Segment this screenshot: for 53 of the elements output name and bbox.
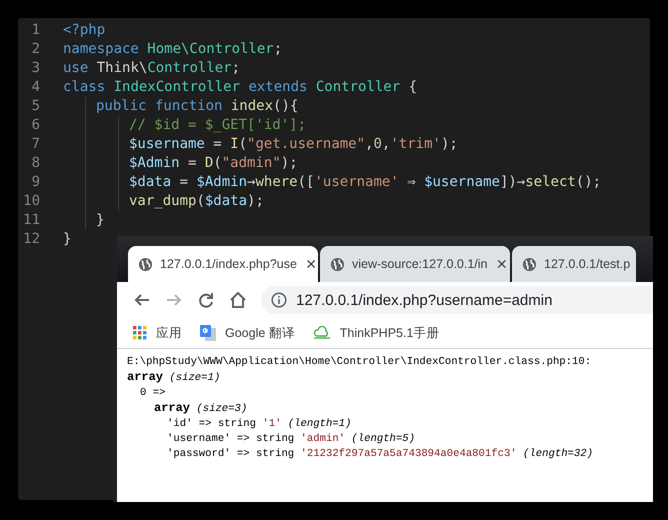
code-line: }: [96, 211, 104, 230]
line-number: 10: [22, 192, 40, 211]
code-line: $Admin = D("admin");: [129, 154, 298, 173]
line-number: 6: [30, 116, 40, 135]
file-path: E:\phpStudy\WWW\Application\Home\Controller\IndexController.class.php:10:: [127, 355, 592, 370]
dump-line: array (size=1): [127, 370, 220, 386]
code-line: }: [63, 230, 72, 249]
dump-line: 'username' => string 'admin' (length=5): [167, 432, 415, 447]
dump-line: array (size=3): [154, 401, 248, 417]
code-line: $username = I("get.username",0,'trim');: [129, 135, 458, 154]
bookmark-item[interactable]: 应用: [133, 322, 182, 344]
code-line: $data = $Admin→where(['username' ⇒ $username])→select();: [129, 173, 602, 192]
code-line: var_dump($data);: [129, 192, 264, 211]
browser-tab[interactable]: view-source:127.0.0.1/in ×: [320, 246, 510, 282]
line-number: 11: [22, 211, 40, 230]
tab-title: 127.0.0.1/test.p: [544, 257, 630, 271]
translate-icon: [200, 325, 216, 341]
line-number: 7: [30, 135, 40, 154]
code-line: class IndexController extends Controller {: [63, 78, 418, 97]
line-number: 3: [30, 59, 40, 78]
tab-title: 127.0.0.1/index.php?use: [160, 257, 297, 271]
code-line: public function index(){: [96, 97, 298, 116]
reload-icon: [197, 291, 215, 309]
line-number: 2: [30, 40, 40, 59]
bookmark-item[interactable]: ThinkPHP5.1手册: [312, 322, 440, 344]
code-line: use Think\Controller;: [63, 59, 240, 78]
info-icon: [271, 292, 287, 308]
close-button[interactable]: ×: [304, 255, 318, 273]
bookmark-item[interactable]: Google 翻译: [200, 322, 295, 344]
browser-tab[interactable]: 127.0.0.1/index.php?use ×: [128, 246, 318, 282]
globe-icon: [138, 256, 153, 272]
dump-line: 'id' => string '1' (length=1): [167, 417, 352, 432]
line-number: 1: [30, 21, 40, 40]
globe-icon: [330, 256, 345, 272]
line-number: 8: [30, 154, 40, 173]
apps-grid-icon: [133, 326, 147, 340]
url-text: 127.0.0.1/index.php?username=admin: [296, 292, 552, 308]
line-number: 12: [22, 230, 40, 249]
line-number: 9: [30, 173, 40, 192]
line-number: 5: [30, 97, 40, 116]
dump-line: 'password' => string '21232f297a57a5a743894a0e4a801fc3' (length=32): [167, 447, 593, 462]
tab-title: view-source:127.0.0.1/in: [352, 257, 488, 271]
globe-icon: [522, 256, 537, 272]
address-bar[interactable]: 127.0.0.1/index.php?username=admin: [261, 286, 653, 314]
line-number: 4: [30, 78, 40, 97]
dump-line: 0 =>: [140, 386, 166, 401]
close-button[interactable]: ×: [494, 255, 510, 273]
browser-tab[interactable]: 127.0.0.1/test.p: [512, 246, 636, 282]
cloud-icon: [312, 326, 331, 340]
code-line: <?php: [63, 21, 106, 40]
code-line: // $id = $_GET['id'];: [129, 116, 306, 135]
home-icon: [229, 291, 247, 309]
code-line: namespace Home\Controller;: [63, 40, 282, 59]
